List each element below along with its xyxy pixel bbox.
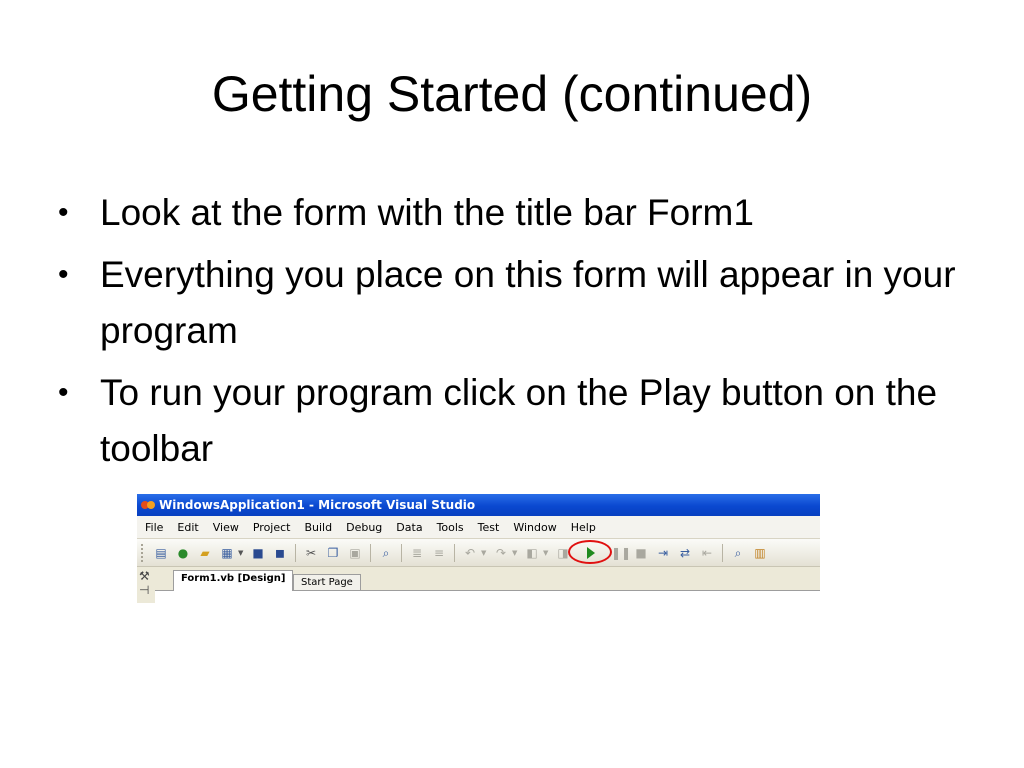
properties-icon[interactable]: ▥	[752, 545, 768, 561]
undo-icon[interactable]: ↶	[462, 545, 478, 561]
standard-toolbar: ▤ ● ▰ ▦ ▼ ■ ◼ ✂ ❐ ▣ ⌕ ≣ ≡ ↶ ▼ ↷ ▼ ◧ ▼ ◨ …	[137, 539, 820, 567]
add-website-icon[interactable]: ●	[175, 545, 191, 561]
toolbar-separator	[454, 543, 455, 562]
menu-project[interactable]: Project	[253, 521, 291, 534]
step-out-icon[interactable]: ⇤	[699, 545, 715, 561]
save-all-icon[interactable]: ◼	[272, 545, 288, 561]
add-item-icon[interactable]: ▦	[219, 545, 235, 561]
copy-icon[interactable]: ❐	[325, 545, 341, 561]
menu-debug[interactable]: Debug	[346, 521, 382, 534]
toolbox-icon[interactable]: ⚒ ⊣	[139, 569, 153, 599]
step-over-icon[interactable]: ⇄	[677, 545, 693, 561]
menu-data[interactable]: Data	[396, 521, 422, 534]
menu-view[interactable]: View	[213, 521, 239, 534]
window-title-bar: WindowsApplication1 - Microsoft Visual S…	[137, 494, 820, 516]
bullet-text: Everything you place on this form will a…	[100, 254, 956, 351]
cut-icon[interactable]: ✂	[303, 545, 319, 561]
menu-edit[interactable]: Edit	[177, 521, 198, 534]
window-title: WindowsApplication1 - Microsoft Visual S…	[159, 498, 476, 512]
comment-icon[interactable]: ≣	[409, 545, 425, 561]
bullet-icon: •	[58, 258, 69, 291]
bullet-icon: •	[58, 376, 69, 409]
menu-tools[interactable]: Tools	[437, 521, 464, 534]
start-debugging-button[interactable]	[568, 539, 612, 564]
toolbar-separator	[370, 543, 371, 562]
redo-icon[interactable]: ↷	[493, 545, 509, 561]
bullet-text: To run your program click on the Play bu…	[100, 372, 938, 469]
add-item-dropdown-icon[interactable]: ▼	[238, 549, 244, 557]
paste-icon[interactable]: ▣	[347, 545, 363, 561]
save-icon[interactable]: ■	[250, 545, 266, 561]
toolbar-grip[interactable]	[141, 543, 146, 562]
highlight-circle	[568, 539, 612, 564]
menu-test[interactable]: Test	[478, 521, 500, 534]
menu-build[interactable]: Build	[304, 521, 332, 534]
navigate-back-icon[interactable]: ◧	[524, 545, 540, 561]
step-into-icon[interactable]: ⇥	[655, 545, 671, 561]
bullet-item: • Everything you place on this form will…	[58, 247, 958, 359]
document-tab-strip: ⚒ ⊣ Form1.vb [Design] Start Page	[137, 567, 820, 603]
bullet-item: • Look at the form with the title bar Fo…	[58, 185, 958, 241]
bullet-list: • Look at the form with the title bar Fo…	[58, 185, 958, 483]
slide-title: Getting Started (continued)	[211, 66, 813, 122]
undo-dropdown-icon[interactable]: ▼	[481, 549, 487, 557]
find-icon[interactable]: ⌕	[378, 545, 394, 561]
find-in-files-icon[interactable]: ⌕	[730, 545, 746, 561]
toolbar-separator	[401, 543, 402, 562]
toolbar-separator	[722, 543, 723, 562]
designer-surface[interactable]	[155, 590, 820, 603]
menu-bar: File Edit View Project Build Debug Data …	[137, 516, 820, 539]
toolbar-separator	[295, 543, 296, 562]
visual-studio-logo-icon	[141, 498, 155, 512]
bullet-icon: •	[58, 196, 69, 229]
navigate-dropdown-icon[interactable]: ▼	[543, 549, 549, 557]
bullet-text: Look at the form with the title bar Form…	[100, 192, 754, 233]
pause-icon[interactable]: ❚❚	[611, 545, 631, 561]
stop-icon[interactable]: ■	[633, 545, 649, 561]
redo-dropdown-icon[interactable]: ▼	[512, 549, 518, 557]
tab-form1-design[interactable]: Form1.vb [Design]	[173, 570, 294, 591]
open-folder-icon[interactable]: ▰	[197, 545, 213, 561]
menu-file[interactable]: File	[145, 521, 163, 534]
new-project-icon[interactable]: ▤	[153, 545, 169, 561]
bullet-item: • To run your program click on the Play …	[58, 365, 958, 477]
uncomment-icon[interactable]: ≡	[431, 545, 447, 561]
visual-studio-screenshot: WindowsApplication1 - Microsoft Visual S…	[137, 494, 820, 603]
menu-help[interactable]: Help	[571, 521, 596, 534]
menu-window[interactable]: Window	[513, 521, 556, 534]
